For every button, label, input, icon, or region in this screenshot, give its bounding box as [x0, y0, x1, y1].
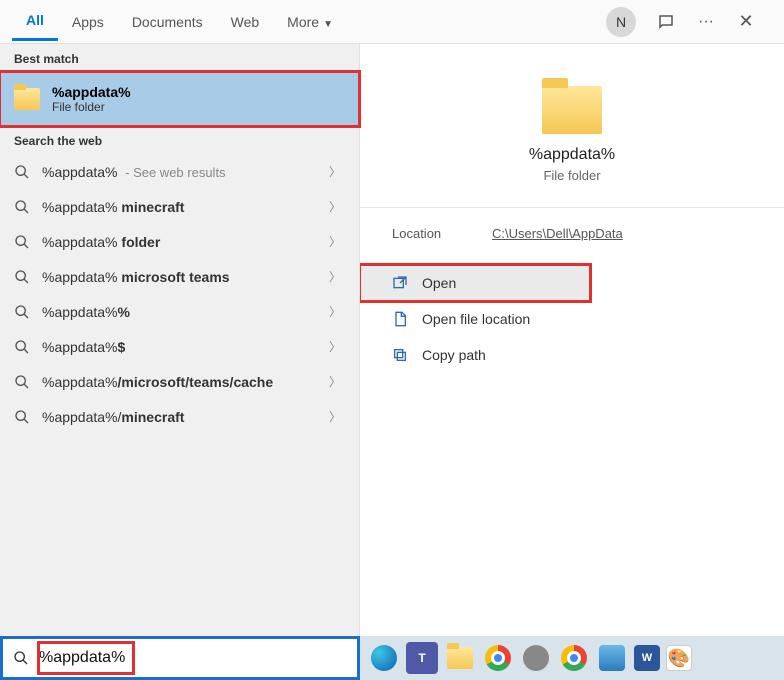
preview-panel: %appdata% File folder Location C:\Users\… — [360, 44, 784, 636]
web-result[interactable]: %appdata% folder 〉 — [0, 224, 359, 259]
chevron-right-icon[interactable]: 〉 — [325, 198, 345, 215]
taskbar-app-icon[interactable] — [520, 642, 552, 674]
taskbar-explorer-icon[interactable] — [444, 642, 476, 674]
chevron-right-icon[interactable]: 〉 — [325, 268, 345, 285]
action-copy-path[interactable]: Copy path — [360, 337, 784, 373]
close-button[interactable]: ✕ — [732, 8, 760, 36]
web-result[interactable]: %appdata% minecraft 〉 — [0, 189, 359, 224]
more-options-icon[interactable]: ··· — [692, 8, 720, 36]
action-open-file-location[interactable]: Open file location — [360, 301, 784, 337]
web-result-text: %appdata% minecraft — [42, 199, 325, 215]
chevron-right-icon[interactable]: 〉 — [325, 373, 345, 390]
search-tab-all[interactable]: All — [12, 2, 58, 41]
web-result-text: %appdata%% — [42, 304, 325, 320]
search-icon — [13, 650, 29, 666]
web-result-text: %appdata%/minecraft — [42, 409, 325, 425]
open-icon — [392, 275, 408, 291]
web-result[interactable]: %appdata%/minecraft 〉 — [0, 399, 359, 434]
chevron-right-icon[interactable]: 〉 — [325, 408, 345, 425]
best-match-title: %appdata% — [52, 84, 131, 100]
web-result[interactable]: %appdata%% 〉 — [0, 294, 359, 329]
location-label: Location — [392, 226, 492, 241]
preview-subtitle: File folder — [543, 168, 600, 183]
taskbar-snip-icon[interactable] — [596, 642, 628, 674]
search-icon — [14, 199, 30, 215]
web-result-text: %appdata%/microsoft/teams/cache — [42, 374, 325, 390]
web-result[interactable]: %appdata%/microsoft/teams/cache 〉 — [0, 364, 359, 399]
search-tab-web[interactable]: Web — [217, 4, 274, 40]
web-result[interactable]: %appdata%$ 〉 — [0, 329, 359, 364]
search-icon — [14, 164, 30, 180]
file-location-icon — [392, 311, 408, 327]
copy-icon — [392, 347, 408, 363]
folder-icon — [14, 88, 40, 110]
web-result[interactable]: %appdata% microsoft teams 〉 — [0, 259, 359, 294]
best-match-result[interactable]: %appdata% File folder — [0, 72, 359, 126]
taskbar-chrome2-icon[interactable] — [558, 642, 590, 674]
chevron-right-icon[interactable]: 〉 — [325, 163, 345, 180]
taskbar-word-icon[interactable]: W — [634, 645, 660, 671]
search-icon — [14, 304, 30, 320]
search-tab-apps[interactable]: Apps — [58, 4, 118, 40]
search-icon — [14, 339, 30, 355]
action-label: Open — [422, 275, 456, 291]
web-result-text: %appdata% microsoft teams — [42, 269, 325, 285]
search-tab-documents[interactable]: Documents — [118, 4, 217, 40]
taskbar-paint-icon[interactable]: 🎨 — [666, 645, 692, 671]
results-panel: Best match %appdata% File folder Search … — [0, 44, 360, 636]
user-avatar[interactable]: N — [606, 7, 636, 37]
search-query: %appdata% — [39, 649, 125, 666]
folder-icon — [542, 86, 602, 134]
search-tab-more[interactable]: More▼ — [273, 4, 347, 40]
action-label: Copy path — [422, 347, 486, 363]
taskbar-teams-icon[interactable]: T — [406, 642, 438, 674]
chevron-right-icon[interactable]: 〉 — [325, 303, 345, 320]
search-icon — [14, 234, 30, 250]
search-icon — [14, 409, 30, 425]
action-label: Open file location — [422, 311, 530, 327]
best-match-subtitle: File folder — [52, 100, 131, 114]
web-result[interactable]: %appdata% - See web results 〉 — [0, 154, 359, 189]
web-result-text: %appdata% - See web results — [42, 164, 325, 180]
chevron-down-icon: ▼ — [323, 19, 333, 30]
search-icon — [14, 269, 30, 285]
chevron-right-icon[interactable]: 〉 — [325, 338, 345, 355]
search-web-heading: Search the web — [0, 126, 359, 154]
best-match-heading: Best match — [0, 44, 359, 72]
chevron-right-icon[interactable]: 〉 — [325, 233, 345, 250]
web-result-text: %appdata%$ — [42, 339, 325, 355]
feedback-icon[interactable] — [652, 8, 680, 36]
preview-title: %appdata% — [529, 146, 615, 164]
taskbar: T W 🎨 — [360, 636, 784, 680]
search-icon — [14, 374, 30, 390]
search-input[interactable]: %appdata% — [0, 636, 360, 680]
action-open[interactable]: Open — [360, 265, 590, 301]
search-tabs: All Apps Documents Web More▼ N ··· ✕ — [0, 0, 784, 44]
taskbar-chrome-icon[interactable] — [482, 642, 514, 674]
web-result-text: %appdata% folder — [42, 234, 325, 250]
location-value[interactable]: C:\Users\Dell\AppData — [492, 226, 623, 241]
taskbar-edge-icon[interactable] — [368, 642, 400, 674]
